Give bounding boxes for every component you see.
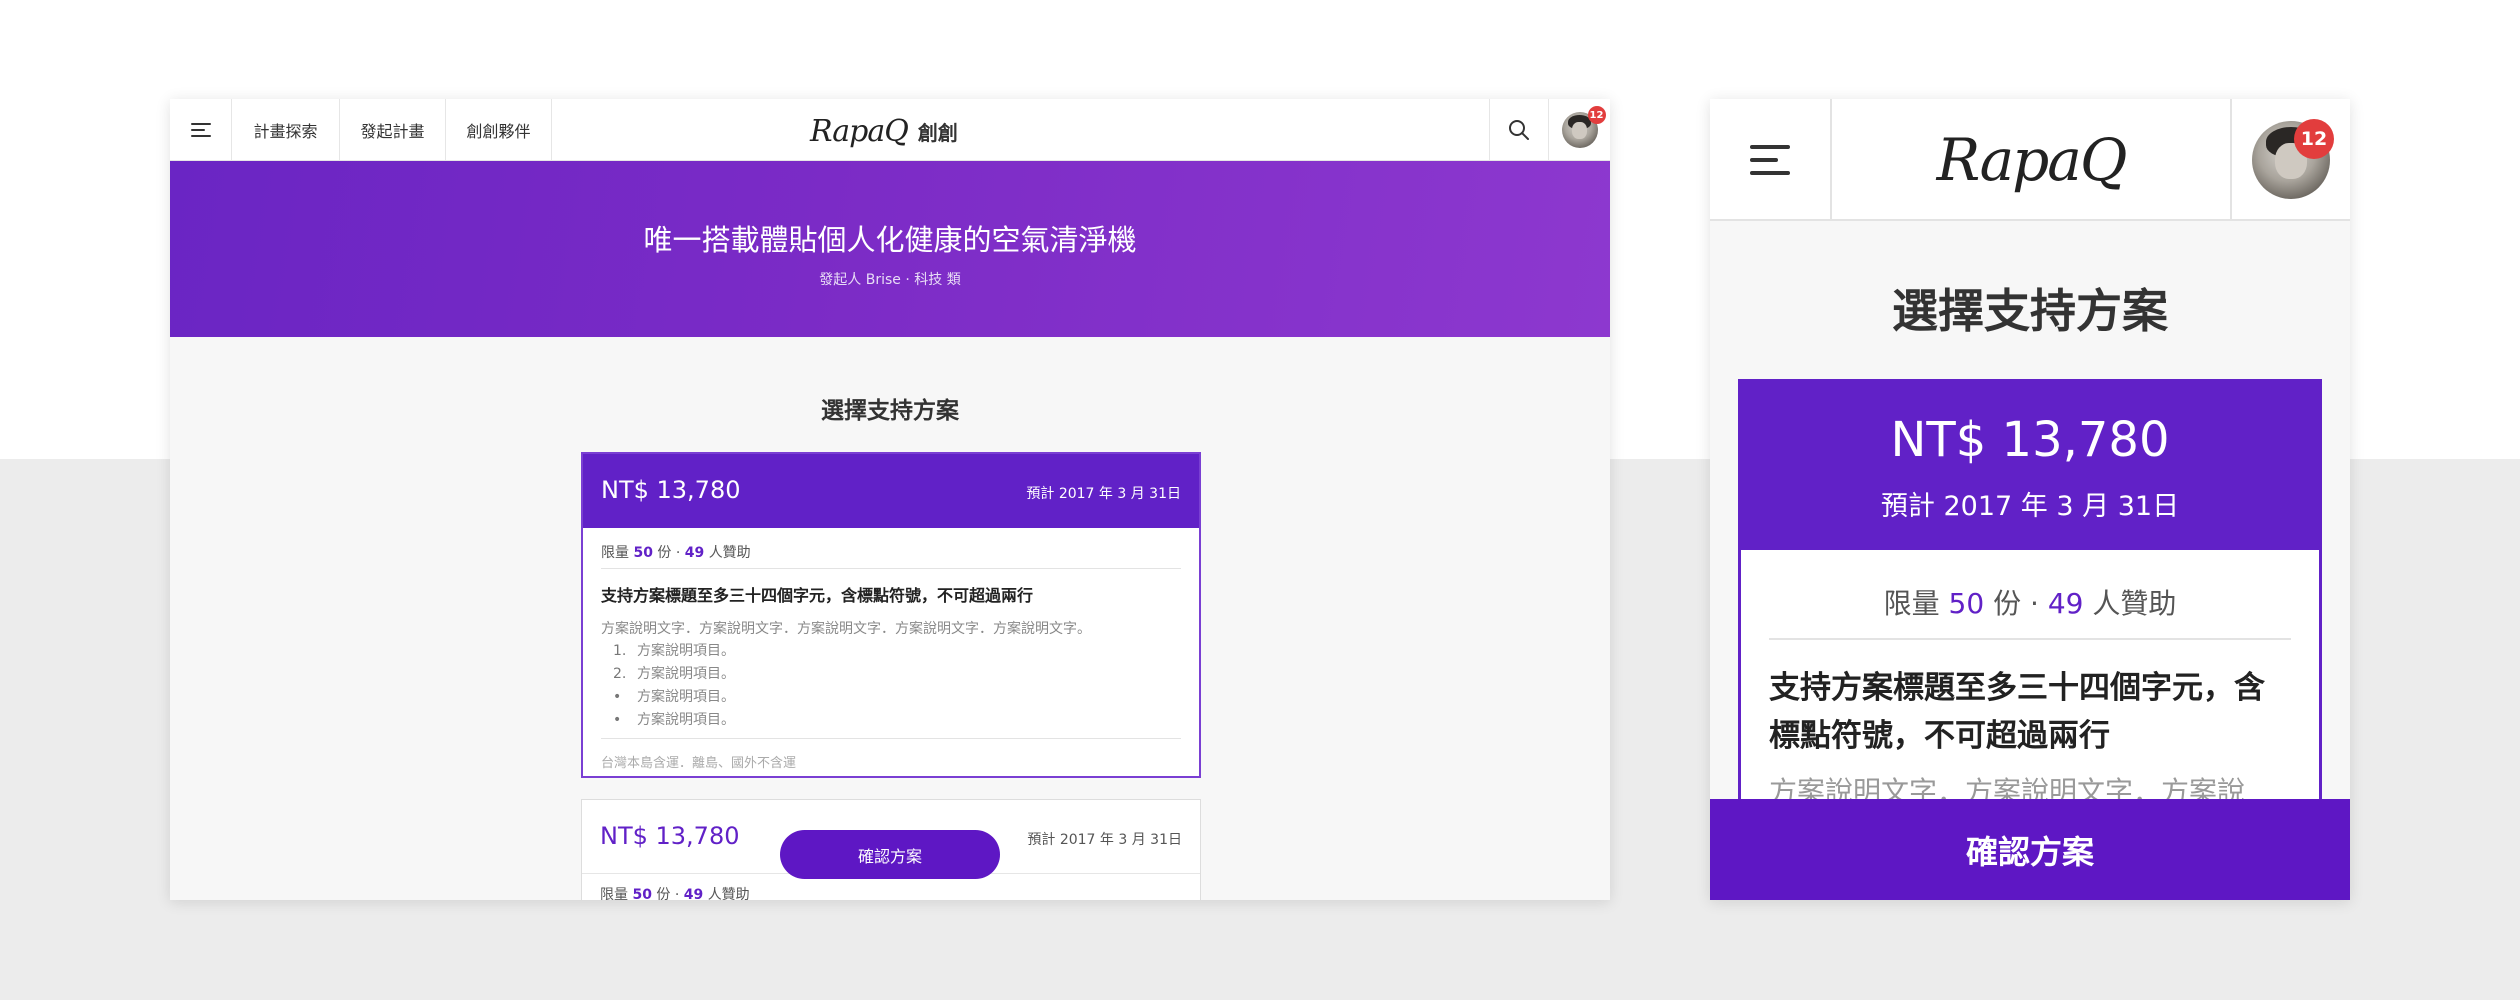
section-title: 選擇支持方案 xyxy=(821,398,959,424)
plan-title: 支持方案標題至多三十四個字元，含標點符號，不可超過兩行 xyxy=(601,586,1034,605)
reward-plan-card[interactable]: NT$ 13,780 預計 2017 年 3 月 31日 限量 50 份 · 4… xyxy=(581,452,1201,778)
user-menu[interactable]: 12 xyxy=(2230,99,2350,221)
project-hero-banner: 唯一搭載體貼個人化健康的空氣清淨機 發起人 Brise · 科技 類 xyxy=(170,161,1610,337)
list-item: 2. 方案說明項目。 xyxy=(613,666,735,682)
plan-delivery-date: 預計 2017 年 3 月 31日 xyxy=(1880,491,2180,522)
confirm-plan-button[interactable]: 確認方案 xyxy=(1710,799,2350,900)
hamburger-icon xyxy=(1750,145,1790,175)
plan-description: 方案說明文字．方案說明文字．方案說明文字．方案說明文字．方案說明文字。 xyxy=(601,621,1091,637)
plan-header: NT$ 13,780 預計 2017 年 3 月 31日 xyxy=(1741,382,2319,550)
divider xyxy=(601,738,1181,739)
search-button[interactable] xyxy=(1489,99,1549,161)
plan-price: NT$ 13,780 xyxy=(1890,412,2170,468)
backers-count: 49 xyxy=(683,887,704,900)
menu-button[interactable] xyxy=(170,99,232,161)
plan-header: NT$ 13,780 預計 2017 年 3 月 31日 xyxy=(583,454,1199,528)
plan-price: NT$ 13,780 xyxy=(601,476,741,504)
notification-badge: 12 xyxy=(2294,119,2334,159)
nav-item-explore[interactable]: 計畫探索 xyxy=(232,99,340,161)
nav-item-partners[interactable]: 創創夥伴 xyxy=(446,99,552,161)
project-subtitle: 發起人 Brise · 科技 類 xyxy=(819,272,961,288)
list-item: 1. 方案說明項目。 xyxy=(613,643,735,659)
list-item: • 方案說明項目。 xyxy=(613,712,735,728)
confirm-plan-button[interactable]: 確認方案 xyxy=(780,830,1000,879)
logo-chinese: 創創 xyxy=(917,120,958,145)
shipping-note: 台灣本島含運．離島、國外不含運 xyxy=(601,756,797,771)
nav-item-label: 創創夥伴 xyxy=(466,122,531,141)
mobile-navbar: RapaQ 12 xyxy=(1710,99,2350,221)
plan-limit: 限量 50 份 · 49 人贊助 xyxy=(1883,587,2177,620)
user-menu[interactable]: 12 xyxy=(1549,99,1610,161)
nav-item-label: 發起計畫 xyxy=(360,122,425,141)
desktop-navbar: 計畫探索 發起計畫 創創夥伴 RapaQ 創創 12 xyxy=(170,99,1610,161)
backers-count: 49 xyxy=(684,545,705,561)
avatar[interactable]: 12 xyxy=(2252,119,2334,199)
project-title: 唯一搭載體貼個人化健康的空氣清淨機 xyxy=(643,223,1137,257)
desktop-mockup: 計畫探索 發起計畫 創創夥伴 RapaQ 創創 12 唯一搭載體貼個人化健康的空… xyxy=(170,99,1610,900)
plan-limit: 限量 50 份 · 49 人贊助 xyxy=(601,545,751,561)
limit-count: 50 xyxy=(1948,587,1985,620)
divider xyxy=(601,568,1181,569)
plan-price: NT$ 13,780 xyxy=(600,822,740,850)
logo-wordmark: RapaQ xyxy=(1936,126,2128,194)
plan-title: 支持方案標題至多三十四個字元，含標點符號，不可超過兩行 xyxy=(1769,670,2265,754)
hamburger-icon xyxy=(190,123,211,137)
logo-wordmark: RapaQ xyxy=(810,113,909,149)
plan-item-list: 1. 方案說明項目。 2. 方案說明項目。 • 方案說明項目。 • 方案說明項目。 xyxy=(601,640,735,732)
backers-count: 49 xyxy=(2047,587,2084,620)
plan-delivery-date: 預計 2017 年 3 月 31日 xyxy=(1027,832,1182,848)
nav-item-start-project[interactable]: 發起計畫 xyxy=(340,99,446,161)
search-icon xyxy=(1509,120,1529,140)
limit-count: 50 xyxy=(632,887,652,900)
plan-limit: 限量 50 份 · 49 人贊助 xyxy=(600,884,750,900)
list-item: • 方案說明項目。 xyxy=(613,689,735,705)
nav-item-label: 計畫探索 xyxy=(253,122,318,141)
mobile-mockup: RapaQ 12 選擇支持方案 NT$ 13,780 預計 2017 年 3 月… xyxy=(1710,99,2350,900)
limit-count: 50 xyxy=(633,545,653,561)
menu-button[interactable] xyxy=(1710,99,1832,221)
site-logo[interactable]: RapaQ xyxy=(1832,99,2230,221)
divider xyxy=(1769,638,2291,640)
plan-delivery-date: 預計 2017 年 3 月 31日 xyxy=(1026,486,1181,502)
notification-badge: 12 xyxy=(1587,106,1606,124)
site-logo[interactable]: RapaQ 創創 xyxy=(810,111,958,151)
avatar[interactable]: 12 xyxy=(1561,106,1606,148)
section-title: 選擇支持方案 xyxy=(1892,284,2168,338)
